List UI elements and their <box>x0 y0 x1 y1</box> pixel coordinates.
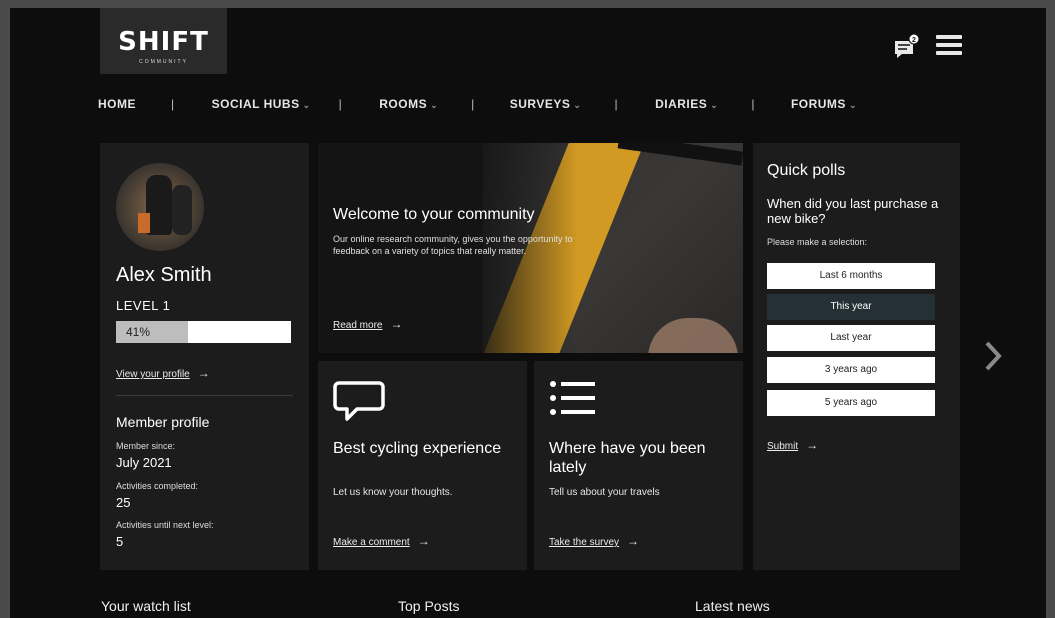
nav-home-label: HOME <box>98 97 136 111</box>
brand-logo[interactable]: SHIFT COMMUNITY <box>100 8 227 74</box>
profile-card: Alex Smith LEVEL 1 41% View your profile… <box>100 143 309 570</box>
read-more-link[interactable]: Read more → <box>333 317 402 331</box>
chevron-down-icon: ⌄ <box>710 100 719 110</box>
speech-bubble-icon <box>333 379 385 428</box>
divider <box>116 395 293 396</box>
poll-option[interactable]: Last 6 months <box>767 263 935 289</box>
tile-title: Best cycling experience <box>333 440 502 457</box>
activities-completed-value: 25 <box>116 495 131 510</box>
chevron-down-icon: ⌄ <box>302 100 311 110</box>
watch-list-heading: Your watch list <box>101 598 191 614</box>
take-survey-label: Take the survey <box>549 537 620 548</box>
member-profile-title: Member profile <box>116 414 210 430</box>
nav-diaries[interactable]: DIARIES ⌄ <box>655 97 718 111</box>
nav-diaries-label: DIARIES <box>655 97 708 111</box>
arrow-right-icon: → <box>806 438 819 452</box>
arrow-right-icon: → <box>417 534 430 548</box>
poll-option[interactable]: 3 years ago <box>767 357 935 383</box>
read-more-label: Read more <box>333 320 383 331</box>
nav-separator: | <box>614 97 619 111</box>
view-profile-label: View your profile <box>116 369 190 380</box>
profile-level: LEVEL 1 <box>116 298 171 313</box>
nav-forums[interactable]: FORUMS ⌄ <box>791 97 857 111</box>
nav-separator: | <box>171 97 175 111</box>
chevron-down-icon: ⌄ <box>430 100 439 110</box>
member-since-value: July 2021 <box>116 455 172 470</box>
level-progress-bar: 41% <box>116 321 291 343</box>
hero-description: Our online research community, gives you… <box>333 234 573 256</box>
list-icon <box>549 379 597 424</box>
take-survey-link[interactable]: Take the survey → <box>549 534 639 548</box>
chat-icon[interactable]: 2 <box>893 33 920 60</box>
poll-option[interactable]: Last year <box>767 325 935 351</box>
nav-rooms[interactable]: ROOMS ⌄ <box>379 97 438 111</box>
poll-option[interactable]: 5 years ago <box>767 390 935 416</box>
nav-surveys-label: SURVEYS <box>509 97 571 111</box>
nav-surveys[interactable]: SURVEYS ⌄ <box>510 97 582 111</box>
hamburger-menu-icon[interactable] <box>936 35 962 57</box>
activities-completed-label: Activities completed: <box>116 481 199 491</box>
make-comment-link[interactable]: Make a comment → <box>333 534 430 548</box>
activities-next-level-value: 5 <box>116 534 124 549</box>
hero-title: Welcome to your community <box>333 206 535 223</box>
nav-home[interactable]: HOME <box>98 97 136 111</box>
main-navigation: HOME | SOCIAL HUBS ⌄ | ROOMS ⌄ | SURVEYS ⌄ … <box>98 95 958 113</box>
top-posts-heading: Top Posts <box>398 598 460 614</box>
submit-poll-link[interactable]: Submit → <box>767 438 818 452</box>
arrow-right-icon: → <box>390 317 403 331</box>
make-comment-label: Make a comment <box>333 537 410 548</box>
brand-name: SHIFT <box>118 27 209 57</box>
tile-text: Let us know your thoughts. <box>333 487 453 498</box>
avatar[interactable] <box>116 163 204 251</box>
nav-social-hubs-label: SOCIAL HUBS <box>211 97 300 111</box>
member-since-label: Member since: <box>116 441 176 451</box>
brand-tagline: COMMUNITY <box>139 59 188 65</box>
cycling-experience-card[interactable]: Best cycling experience Let us know your… <box>318 361 527 570</box>
nav-forums-label: FORUMS <box>790 97 846 111</box>
tile-title: Where have you been lately <box>549 440 706 476</box>
chevron-right-icon[interactable] <box>982 340 1004 372</box>
nav-separator: | <box>471 97 475 111</box>
progress-percent: 41% <box>126 325 151 339</box>
quick-polls-card: Quick polls When did you last purchase a… <box>753 143 960 570</box>
submit-label: Submit <box>767 441 799 452</box>
nav-separator: | <box>338 97 343 111</box>
arrow-right-icon: → <box>197 366 210 380</box>
tile-text: Tell us about your travels <box>549 487 660 498</box>
notification-count: 2 <box>912 37 916 44</box>
profile-name: Alex Smith <box>116 264 212 286</box>
chevron-down-icon: ⌄ <box>573 100 582 110</box>
poll-instruction: Please make a selection: <box>767 237 868 247</box>
nav-social-hubs[interactable]: SOCIAL HUBS ⌄ <box>212 97 311 111</box>
nav-rooms-label: ROOMS <box>379 97 428 111</box>
chevron-down-icon: ⌄ <box>848 100 857 110</box>
nav-separator: | <box>751 97 755 111</box>
polls-title: Quick polls <box>767 162 846 179</box>
view-profile-link[interactable]: View your profile → <box>116 366 210 380</box>
activities-next-level-label: Activities until next level: <box>116 520 214 530</box>
travel-survey-card[interactable]: Where have you been lately Tell us about… <box>534 361 743 570</box>
welcome-hero: Welcome to your community Our online res… <box>318 143 743 353</box>
latest-news-heading: Latest news <box>695 598 770 614</box>
arrow-right-icon: → <box>627 534 640 548</box>
poll-option-selected[interactable]: This year <box>767 294 935 320</box>
poll-question: When did you last purchase a new bike? <box>767 196 939 226</box>
